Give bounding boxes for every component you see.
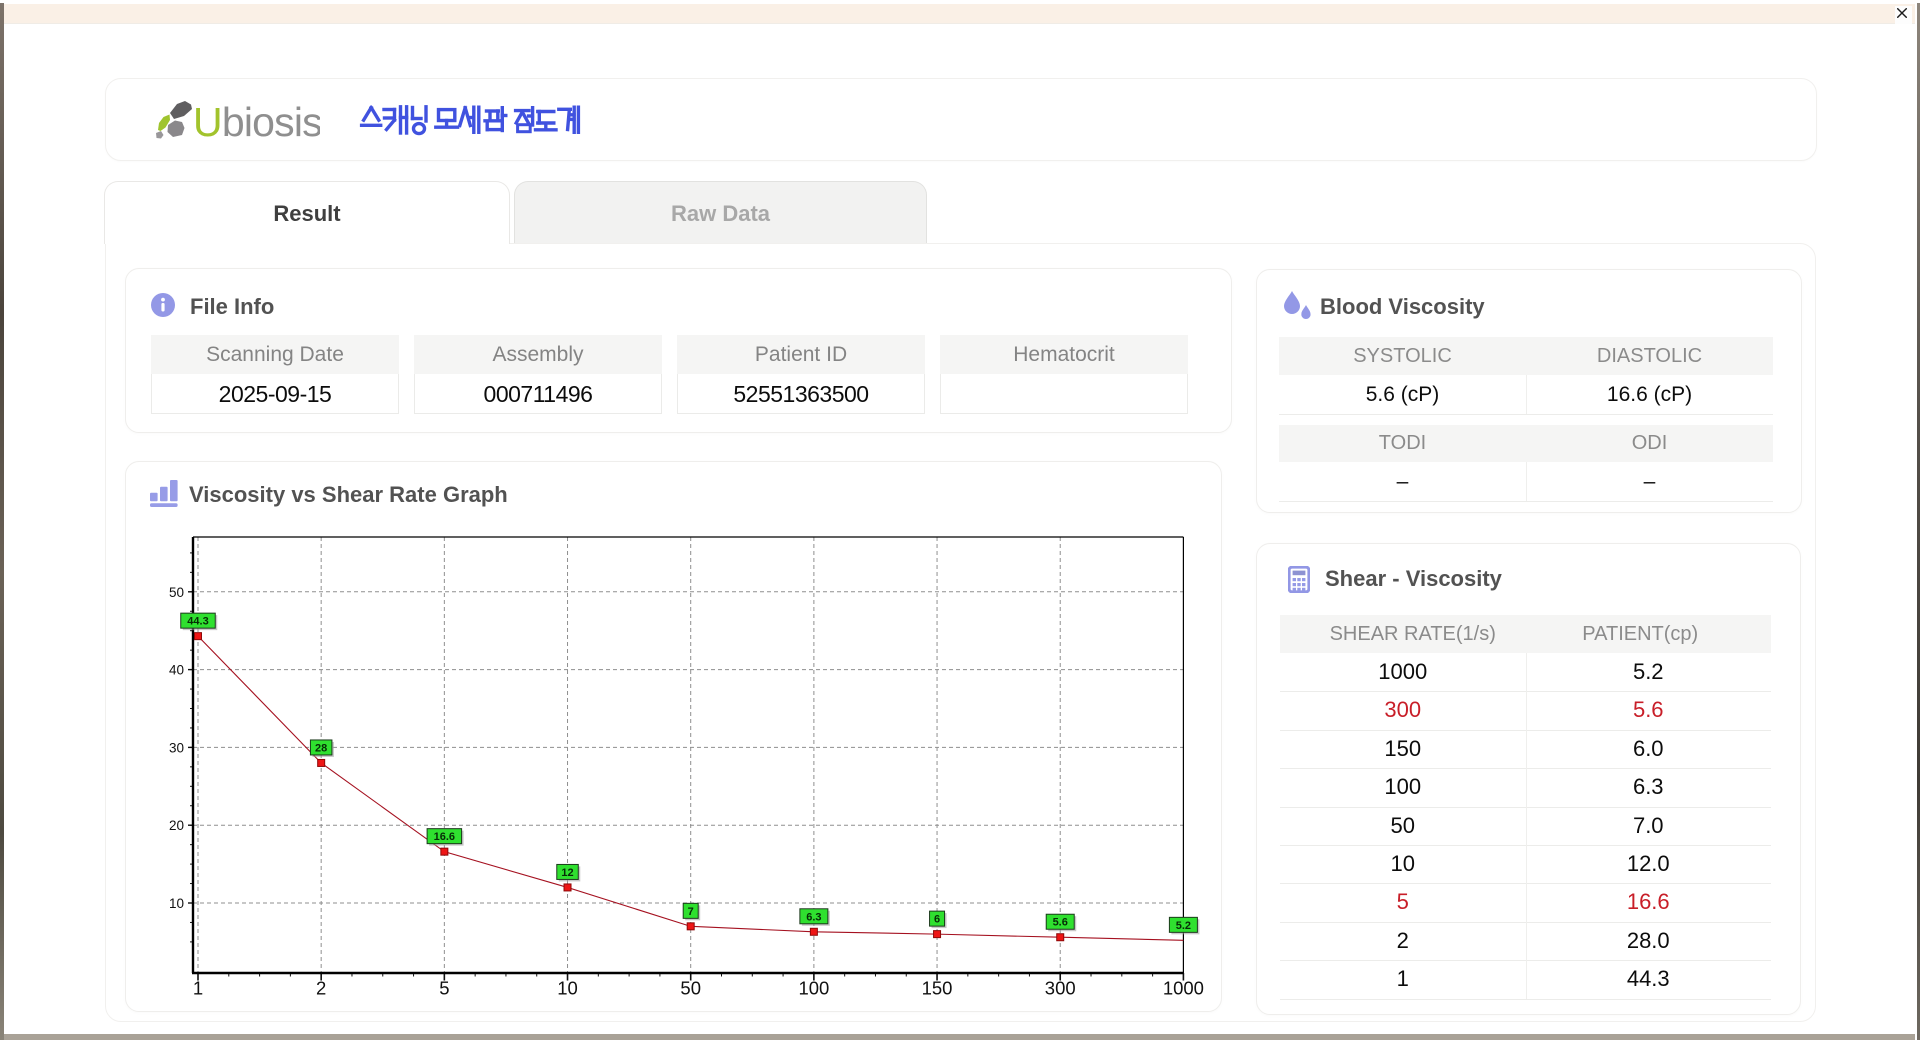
svg-text:7: 7 (688, 906, 694, 918)
svg-text:1: 1 (193, 978, 203, 999)
svg-text:44.3: 44.3 (187, 616, 208, 628)
svg-text:40: 40 (169, 663, 184, 678)
svg-text:50: 50 (169, 585, 184, 600)
svg-text:20: 20 (169, 818, 184, 833)
svg-text:30: 30 (169, 740, 184, 755)
svg-text:6: 6 (934, 914, 940, 926)
svg-text:10: 10 (557, 978, 578, 999)
svg-text:16.6: 16.6 (434, 831, 455, 843)
svg-text:2: 2 (316, 978, 326, 999)
svg-text:5.2: 5.2 (1176, 920, 1191, 932)
svg-text:6.3: 6.3 (806, 911, 821, 923)
svg-text:100: 100 (798, 978, 829, 999)
svg-text:28: 28 (315, 742, 327, 754)
svg-text:12: 12 (561, 867, 573, 879)
svg-text:10: 10 (169, 896, 184, 911)
svg-text:5: 5 (439, 978, 449, 999)
svg-text:150: 150 (922, 978, 953, 999)
svg-text:300: 300 (1045, 978, 1076, 999)
svg-text:50: 50 (680, 978, 701, 999)
svg-text:Ubiosis: Ubiosis (193, 99, 320, 145)
svg-text:5.6: 5.6 (1053, 917, 1068, 929)
svg-text:1000: 1000 (1163, 978, 1204, 999)
